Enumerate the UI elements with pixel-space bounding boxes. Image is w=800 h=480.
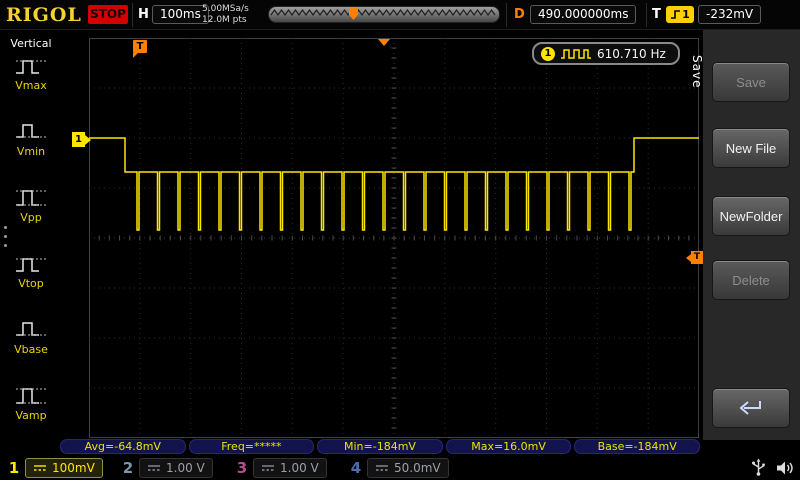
channel-scale: 100mV	[52, 461, 95, 475]
channel-number: 3	[236, 459, 248, 477]
vbase-waveform-icon	[14, 318, 48, 342]
trigger-level-marker[interactable]: T	[691, 251, 703, 264]
channel-4-status[interactable]: 4 50.0mV	[350, 456, 449, 479]
top-status-bar: RIGOL STOP H 100ms 5.00MSa/s 12.0M pts D…	[0, 0, 800, 30]
measurement-readout-bar: Avg=-64.8mV Freq=***** Min=-184mV Max=16…	[60, 439, 700, 454]
square-wave-icon	[560, 47, 592, 60]
delay-label: D	[514, 7, 525, 22]
system-status-icons	[750, 458, 795, 477]
trigger-source-badge: 1	[666, 6, 694, 23]
dc-coupling-icon	[33, 463, 47, 473]
timebase-readout: 100ms	[152, 5, 209, 24]
separator	[132, 3, 133, 27]
channel-scale: 1.00 V	[166, 461, 205, 475]
measurement-min: Min=-184mV	[317, 439, 443, 454]
channel-scale: 1.00 V	[280, 461, 319, 475]
channel-status-bar: 1 100mV 2 1.00 V 3	[0, 456, 800, 480]
new-file-button[interactable]: New File	[712, 128, 790, 168]
vtop-waveform-icon	[14, 252, 48, 276]
measure-item-label: Vtop	[0, 277, 62, 290]
measure-item-label: Vbase	[0, 343, 62, 356]
measure-item-vmax[interactable]: Vmax	[0, 52, 62, 110]
channel1-ground-marker[interactable]: 1	[72, 132, 85, 147]
channel-2-status[interactable]: 2 1.00 V	[122, 456, 213, 479]
vmax-waveform-icon	[14, 54, 48, 78]
posbar-waveform-preview	[269, 7, 499, 22]
frequency-value: 610.710 Hz	[597, 47, 666, 61]
trigger-label: T	[652, 7, 661, 22]
menu-tab-save: Save	[690, 55, 704, 88]
trigger-level-readout: -232mV	[698, 5, 761, 24]
measure-item-vamp[interactable]: Vamp	[0, 382, 62, 440]
menu-page-indicator	[4, 226, 7, 253]
measurement-avg: Avg=-64.8mV	[60, 439, 186, 454]
vmin-waveform-icon	[14, 120, 48, 144]
measurement-base: Base=-184mV	[574, 439, 700, 454]
channel-number: 1	[8, 459, 20, 477]
sample-rate: 5.00MSa/s	[202, 4, 249, 15]
frequency-counter: 1 610.710 Hz	[532, 42, 680, 65]
horizontal-label: H	[138, 7, 149, 22]
trigger-time-flag-icon[interactable]: T	[133, 40, 147, 53]
measure-item-label: Vmin	[0, 145, 62, 158]
measurement-freq: Freq=*****	[189, 439, 315, 454]
channel-number: 2	[122, 459, 134, 477]
delay-readout: 490.000000ms	[530, 5, 636, 24]
measure-item-label: Vmax	[0, 79, 62, 92]
horizontal-position-bar[interactable]	[268, 6, 500, 23]
vpp-waveform-icon	[14, 186, 48, 210]
channel-1-status[interactable]: 1 100mV	[8, 456, 103, 479]
graticule-and-waveform	[89, 38, 699, 438]
save-button[interactable]: Save	[712, 62, 790, 102]
measure-item-vpp[interactable]: Vpp	[0, 184, 62, 242]
trigger-position-indicator-icon[interactable]	[378, 39, 390, 46]
acquisition-readout: 5.00MSa/s 12.0M pts	[202, 4, 249, 26]
speaker-icon	[775, 459, 795, 477]
oscilloscope-screen: RIGOL STOP H 100ms 5.00MSa/s 12.0M pts D…	[0, 0, 800, 480]
separator	[506, 3, 507, 27]
dc-coupling-icon	[375, 463, 389, 473]
dc-coupling-icon	[147, 463, 161, 473]
measurement-max: Max=16.0mV	[446, 439, 572, 454]
save-menu-panel: Save Save New File NewFolder Delete	[703, 30, 800, 440]
run-state-badge: STOP	[88, 5, 128, 24]
channel-number: 4	[350, 459, 362, 477]
delete-button[interactable]: Delete	[712, 260, 790, 300]
channel-3-status[interactable]: 3 1.00 V	[236, 456, 327, 479]
measure-item-vbase[interactable]: Vbase	[0, 316, 62, 374]
measure-item-label: Vamp	[0, 409, 62, 422]
measure-item-vtop[interactable]: Vtop	[0, 250, 62, 308]
freq-counter-channel-badge: 1	[541, 47, 555, 61]
vamp-waveform-icon	[14, 384, 48, 408]
measure-item-vmin[interactable]: Vmin	[0, 118, 62, 176]
rising-edge-icon	[670, 9, 681, 20]
channel-scale: 50.0mV	[394, 461, 441, 475]
rigol-logo: RIGOL	[6, 4, 82, 26]
measure-item-label: Vpp	[0, 211, 62, 224]
dc-coupling-icon	[261, 463, 275, 473]
trigger-source-number: 1	[682, 8, 690, 21]
separator	[646, 3, 647, 27]
back-button[interactable]	[712, 388, 790, 428]
new-folder-button[interactable]: NewFolder	[712, 196, 790, 236]
usb-icon	[750, 458, 767, 477]
left-measure-menu: Vertical Vmax Vmin Vpp	[0, 30, 62, 440]
measure-menu-title: Vertical	[0, 30, 62, 50]
memory-depth: 12.0M pts	[202, 15, 249, 26]
return-arrow-icon	[736, 398, 766, 418]
